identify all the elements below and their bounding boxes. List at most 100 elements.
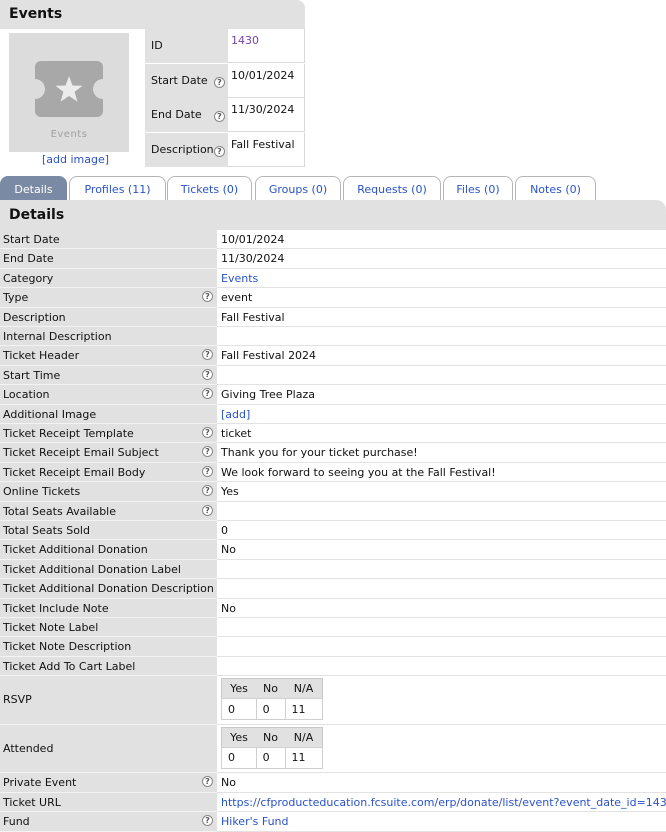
detail-label: Total Seats Available? (0, 501, 217, 521)
details-title: Details (0, 200, 666, 230)
detail-link[interactable]: [add] (221, 408, 250, 421)
add-image-link[interactable]: [add image] (42, 153, 109, 166)
counts-header: N/A (285, 727, 323, 748)
tab-groups[interactable]: Groups (0) (255, 176, 341, 200)
detail-value-text: event (221, 291, 253, 305)
detail-label: Internal Description (0, 327, 217, 347)
detail-value-text: Fall Festival (221, 310, 285, 324)
tab-files[interactable]: Files (0) (443, 176, 513, 200)
detail-label-text: Additional Image (3, 407, 97, 421)
detail-label-text: Ticket Receipt Email Subject (3, 446, 159, 460)
detail-row-ticket-header: Ticket Header? Fall Festival 2024 (0, 346, 666, 366)
detail-row-total-seats-available: Total Seats Available? (0, 501, 666, 521)
detail-label-text: Online Tickets (3, 485, 81, 499)
detail-label-text: Ticket Include Note (3, 601, 109, 615)
detail-label: Ticket Header? (0, 346, 217, 366)
detail-label-text: Ticket Receipt Template (3, 427, 134, 440)
detail-row-ticket-url: Ticket URL https://cfproducteducation.fcs… (0, 792, 666, 813)
counts-cell: 11 (284, 746, 323, 769)
counts-cell: 0 (255, 698, 286, 721)
detail-value-internal-description (217, 327, 666, 347)
help-circle-icon[interactable]: ? (202, 815, 213, 827)
detail-link[interactable]: https://cfproducteducation.fcsuite.com/e… (221, 796, 666, 809)
detail-label: Ticket Note Description (0, 637, 217, 657)
help-circle-icon[interactable]: ? (202, 485, 213, 497)
detail-row-ticket-receipt-email-subject: Ticket Receipt Email Subject? Thank you f… (0, 443, 666, 463)
detail-label-text: Private Event (3, 776, 77, 790)
detail-row-ticket-note-description: Ticket Note Description (0, 637, 666, 657)
detail-label-text: Type (3, 291, 29, 305)
help-circle-icon[interactable]: ? (202, 349, 213, 361)
detail-value-ticket-header: Fall Festival 2024 (217, 346, 666, 366)
tab-profiles[interactable]: Profiles (11) (69, 176, 166, 200)
detail-label: Type? (0, 288, 217, 308)
detail-link[interactable]: Hiker's Fund (221, 815, 289, 828)
detail-value-start-date: 10/01/2024 (217, 230, 666, 250)
detail-value-ticket-url: https://cfproducteducation.fcsuite.com/e… (217, 793, 666, 813)
detail-value-ticket-additional-donation: No (217, 540, 666, 560)
counts-header: Yes (221, 678, 257, 699)
help-circle-icon[interactable]: ? (202, 368, 213, 380)
detail-row-additional-image: Additional Image [add] (0, 404, 666, 424)
detail-value-text: We look forward to seeing you at the Fal… (221, 465, 496, 479)
detail-value-text: 11/30/2024 (221, 252, 285, 266)
help-circle-icon[interactable]: ? (202, 776, 213, 788)
help-circle-icon[interactable]: ? (214, 145, 225, 157)
detail-value-ticket-note-description (217, 637, 666, 657)
help-circle-icon[interactable]: ? (202, 291, 213, 303)
tab-details[interactable]: Details (0, 176, 67, 200)
detail-row-ticket-note-label: Ticket Note Label (0, 618, 666, 638)
detail-label-text: Ticket Note Label (3, 621, 99, 634)
help-circle-icon[interactable]: ? (214, 111, 225, 122)
detail-label: Online Tickets? (0, 482, 217, 502)
detail-value-private-event: No (217, 773, 666, 793)
tab-notes[interactable]: Notes (0) (515, 176, 596, 200)
detail-row-location: Location? Giving Tree Plaza (0, 385, 666, 405)
event-summary-body: Events [add image] ID 1430 Start Date? 10/0… (0, 29, 305, 168)
detail-row-ticket-additional-donation-description: Ticket Additional Donation Description (0, 579, 666, 599)
help-circle-icon[interactable]: ? (202, 504, 213, 516)
detail-label: Ticket Note Label (0, 618, 217, 638)
detail-label: Total Seats Sold (0, 521, 217, 541)
detail-value-end-date: 11/30/2024 (217, 249, 666, 269)
detail-row-internal-description: Internal Description (0, 327, 666, 347)
info-label: End Date? (145, 98, 228, 132)
detail-row-end-date: End Date 11/30/2024 (0, 249, 666, 269)
detail-label: Ticket Receipt Template? (0, 424, 217, 444)
tab-tickets[interactable]: Tickets (0) (167, 176, 252, 200)
detail-value-ticket-note-label (217, 618, 666, 638)
detail-row-total-seats-sold: Total Seats Sold 0 (0, 521, 666, 541)
detail-value-location: Giving Tree Plaza (217, 385, 666, 405)
counts-cell: 0 (255, 746, 286, 769)
info-label: Start Date? (145, 63, 228, 98)
help-circle-icon[interactable]: ? (214, 76, 225, 88)
detail-value-rsvp: Yes No N/A 0 0 11 (217, 676, 666, 725)
detail-link[interactable]: Events (221, 272, 258, 285)
counts-header: No (256, 727, 285, 748)
counts-cell: 0 (221, 698, 257, 721)
info-value-description: Fall Festival (228, 132, 305, 167)
detail-label-text: Attended (3, 741, 54, 755)
detail-row-description: Description Fall Festival (0, 307, 666, 327)
tab-requests[interactable]: Requests (0) (343, 176, 441, 200)
detail-row-ticket-add-to-cart-label: Ticket Add To Cart Label (0, 656, 666, 677)
detail-label: Category (0, 268, 217, 289)
help-circle-icon[interactable]: ? (202, 388, 213, 400)
detail-value-description: Fall Festival (217, 308, 666, 327)
detail-label: Ticket Receipt Email Body? (0, 462, 217, 483)
detail-value-start-time (217, 366, 666, 386)
detail-label-text: Category (3, 271, 54, 285)
detail-row-ticket-include-note: Ticket Include Note No (0, 598, 666, 618)
detail-label-text: Start Date (3, 233, 60, 246)
detail-row-ticket-additional-donation-label: Ticket Additional Donation Label (0, 559, 666, 580)
tab-bar: Details Profiles (11) Tickets (0) Groups (0… (0, 176, 666, 200)
help-circle-icon[interactable]: ? (202, 446, 213, 458)
help-circle-icon[interactable]: ? (202, 465, 213, 477)
info-row-end-date: End Date? 11/30/2024 (145, 98, 305, 132)
event-summary-title: Events (0, 0, 305, 29)
detail-value-ticket-additional-donation-description (217, 579, 666, 599)
attended-counts-table: Yes No N/A 0 0 11 (221, 726, 323, 769)
info-row-description: Description? Fall Festival (145, 132, 305, 167)
help-circle-icon[interactable]: ? (202, 427, 213, 438)
info-value-id[interactable]: 1430 (228, 29, 305, 63)
